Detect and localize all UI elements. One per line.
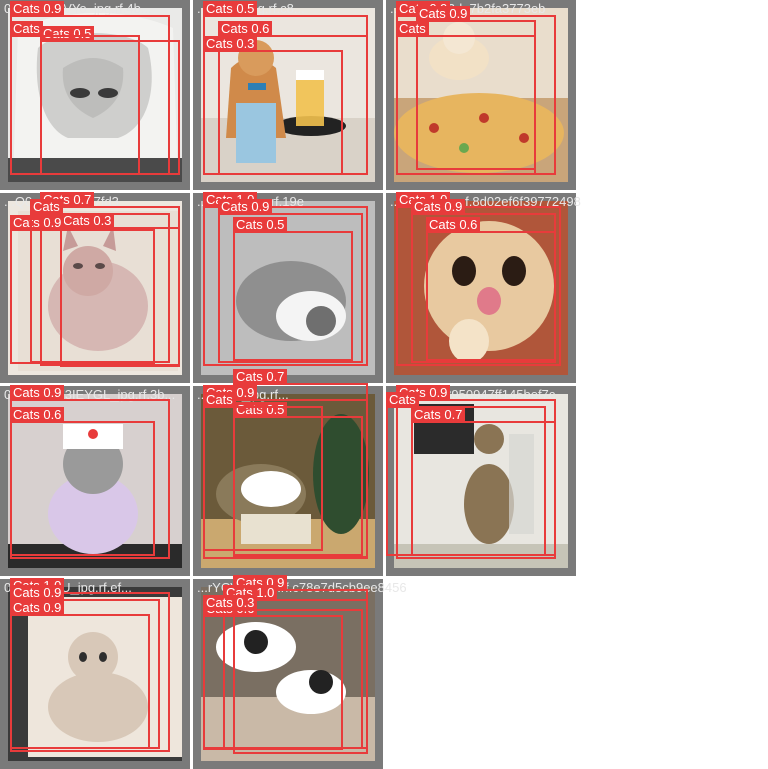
cat-photo-tongue: [394, 201, 568, 375]
cat-photo-sphynx: [8, 201, 182, 375]
tile-tabby-vase[interactable]: ...jpg.rf.9f8950947ff145bef7c Cats 0.9 C…: [386, 385, 576, 576]
photo: [201, 394, 375, 568]
cat-photo-two-cats: [201, 587, 375, 761]
tile-filename: 0c...12nb73IEYGL_jpg.rf.3b...: [4, 387, 176, 402]
tile-cat-tongue[interactable]: ...TYEk_jpg.rf.8d02ef6f39772498 Cats 1.0…: [386, 192, 581, 383]
cat-photo-beer: [201, 8, 375, 182]
cat-photo-kitten: [8, 587, 182, 761]
photo: [201, 201, 375, 375]
tile-cat-pizza[interactable]: ...jpg.rf.782da7b2fa3773eb Cats 0.9 Cats…: [386, 0, 576, 190]
tile-curly-kitten[interactable]: 08...sSldyU_jpg.rf.ef... Cats 1.0 Cats 0…: [0, 578, 190, 769]
photo: [394, 394, 568, 568]
cat-photo-pizza: [394, 8, 568, 182]
tile-filename: ...Q0e98_jpg.rf.7fd3: [4, 194, 119, 209]
tile-073[interactable]: 073_...JkzVYo_jpg.rf.4b... Cats 0.9 Cats…: [0, 0, 190, 190]
photo: [8, 8, 182, 182]
tile-filename: ...mKiQ_jpg.rf.c8...: [197, 1, 305, 16]
photo: [394, 201, 568, 375]
photo: [8, 394, 182, 568]
detection-grid: 073_...JkzVYo_jpg.rf.4b... Cats 0.9 Cats…: [0, 0, 768, 769]
photo: [8, 201, 182, 375]
tile-filename: ...bbtv0l_jpg.rf.19e: [197, 194, 304, 209]
cat-photo-tabby: [394, 394, 568, 568]
tile-filename: ...jpg.rf.782da7b2fa3773eb: [390, 1, 546, 16]
tile-cat-beer[interactable]: ...mKiQ_jpg.rf.c8... Cats 0.5 Cats 0.6 C…: [193, 0, 383, 190]
photo: [8, 587, 182, 761]
tile-filename: ...TYEk_jpg.rf.8d02ef6f39772498: [390, 194, 581, 209]
photo: [201, 587, 375, 761]
tile-filename: 073_...JkzVYo_jpg.rf.4b...: [4, 1, 152, 16]
tile-two-cats[interactable]: ...rYCVvg_jpg.rf.c78e7d5cb9ee8456 Cats 0…: [193, 575, 407, 769]
cat-photo-grey: [201, 201, 375, 375]
tile-filename: ...rYCVvg_jpg.rf.c78e7d5cb9ee8456: [197, 580, 407, 595]
tile-sphynx[interactable]: ...Q0e98_jpg.rf.7fd3 Cats 0.7 Cats 0.3 C…: [0, 192, 190, 383]
cat-photo-nurse: [8, 394, 182, 568]
tile-nurse-cat[interactable]: 0c...12nb73IEYGL_jpg.rf.3b... Cats 0.9 C…: [0, 385, 190, 576]
cat-photo-veil: [8, 8, 182, 182]
photo: [201, 8, 375, 182]
tile-filename: ...jpg.rf.9f8950947ff145bef7c: [390, 387, 556, 402]
cat-photo-catnip: [201, 394, 375, 568]
tile-filename: ...UGp4_jpg.rf...: [197, 387, 289, 402]
tile-catnip-box[interactable]: ...UGp4_jpg.rf... Cats 0.7 Cats 0.9 Cats…: [193, 369, 383, 576]
photo: [394, 8, 568, 182]
tile-filename: 08...sSldyU_jpg.rf.ef...: [4, 580, 132, 595]
tile-grey-cat[interactable]: ...bbtv0l_jpg.rf.19e Cats 1.0 Cats 0.9 C…: [193, 192, 383, 383]
